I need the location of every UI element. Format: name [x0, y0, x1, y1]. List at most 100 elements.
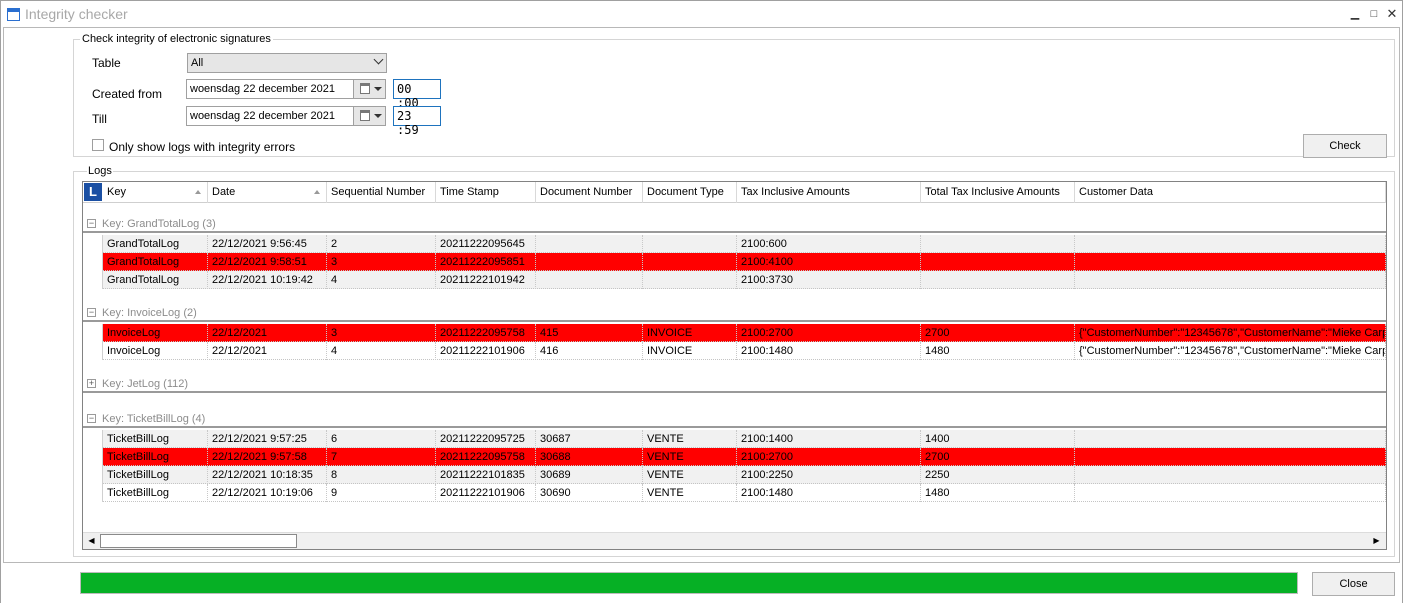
till-date-picker[interactable]: woensdag 22 december 2021 — [186, 106, 386, 126]
table-cell: 30689 — [536, 466, 643, 484]
row-indent — [83, 484, 103, 502]
table-row[interactable]: TicketBillLog 22/12/2021 10:19:06 9 2021122… — [83, 484, 1386, 502]
table-cell: 2700 — [921, 448, 1075, 466]
logs-grid[interactable]: L Key Date Sequential Number Time Stamp Docu… — [82, 181, 1387, 550]
column-header[interactable]: Customer Data — [1075, 182, 1386, 203]
till-calendar-button[interactable] — [353, 107, 385, 125]
row-indent — [83, 466, 103, 484]
collapse-icon[interactable]: − — [87, 308, 96, 317]
horizontal-scrollbar[interactable]: ◀ ▶ — [83, 532, 1386, 549]
table-row[interactable]: TicketBillLog 22/12/2021 10:18:35 8 2021122… — [83, 466, 1386, 484]
table-cell: InvoiceLog — [103, 324, 208, 342]
table-cell: 20211222101835 — [436, 466, 536, 484]
scrollbar-thumb[interactable] — [100, 534, 297, 548]
table-cell — [643, 235, 737, 253]
created-from-time-input[interactable]: 00 :00 — [393, 79, 441, 110]
table-cell: 30687 — [536, 430, 643, 448]
table-cell: 20211222095758 — [436, 324, 536, 342]
scroll-left-icon[interactable]: ◀ — [84, 534, 99, 548]
table-cell: 7 — [327, 448, 436, 466]
group-row[interactable]: − Key: TicketBillLog (4) — [83, 410, 1386, 428]
calendar-icon — [360, 110, 370, 121]
table-row[interactable]: GrandTotalLog 22/12/2021 9:58:51 3 20211222… — [83, 253, 1386, 271]
table-cell: 22/12/2021 10:19:06 — [208, 484, 327, 502]
close-button[interactable]: Close — [1312, 572, 1395, 596]
table-row[interactable]: InvoiceLog 22/12/2021 4 20211222101906 416 IN… — [83, 342, 1386, 360]
table-cell — [1075, 448, 1386, 466]
table-cell: {"CustomerNumber":"12345678","CustomerNa… — [1075, 342, 1386, 360]
group-row[interactable]: − Key: InvoiceLog (2) — [83, 304, 1386, 322]
table-row[interactable]: TicketBillLog 22/12/2021 9:57:58 7 20211222… — [83, 448, 1386, 466]
check-button[interactable]: Check — [1303, 134, 1387, 158]
scroll-right-icon[interactable]: ▶ — [1369, 534, 1384, 548]
table-select[interactable]: All — [187, 53, 387, 73]
collapse-icon[interactable]: − — [87, 219, 96, 228]
dropdown-arrow-icon — [374, 87, 382, 91]
table-row[interactable]: InvoiceLog 22/12/2021 3 20211222095758 415 IN… — [83, 324, 1386, 342]
table-cell — [643, 253, 737, 271]
table-cell: 3 — [327, 324, 436, 342]
table-cell: 2700 — [921, 324, 1075, 342]
minimize-icon[interactable]: ▁ — [1348, 7, 1362, 21]
table-cell: 2100:2250 — [737, 466, 921, 484]
integrity-checker-window: Integrity checker ▁ □ ✕ Check integrity … — [0, 0, 1403, 603]
group-label: Key: GrandTotalLog (3) — [102, 218, 216, 230]
table-cell: 6 — [327, 430, 436, 448]
table-cell: 2100:1480 — [737, 342, 921, 360]
table-row[interactable]: TicketBillLog 22/12/2021 9:57:25 6 20211222… — [83, 430, 1386, 448]
column-header[interactable]: Date — [208, 182, 327, 203]
table-cell: GrandTotalLog — [103, 253, 208, 271]
table-cell: 2250 — [921, 466, 1075, 484]
created-from-calendar-button[interactable] — [353, 80, 385, 98]
table-cell: VENTE — [643, 430, 737, 448]
column-header[interactable]: Sequential Number — [327, 182, 436, 203]
table-cell: 20211222095758 — [436, 448, 536, 466]
table-cell: 22/12/2021 — [208, 324, 327, 342]
column-header[interactable]: Tax Inclusive Amounts — [737, 182, 921, 203]
column-header[interactable]: Key — [103, 182, 208, 203]
close-icon[interactable]: ✕ — [1385, 7, 1399, 21]
group-row[interactable]: − Key: GrandTotalLog (3) — [83, 215, 1386, 233]
column-header-label: Time Stamp — [440, 186, 499, 198]
column-header[interactable]: Total Tax Inclusive Amounts — [921, 182, 1075, 203]
table-cell — [643, 271, 737, 289]
table-cell: 22/12/2021 10:19:42 — [208, 271, 327, 289]
expand-icon[interactable]: + — [87, 379, 96, 388]
table-cell: 2 — [327, 235, 436, 253]
group-row[interactable]: + Key: JetLog (112) — [83, 375, 1386, 393]
layout-l-icon[interactable]: L — [84, 183, 102, 201]
collapse-icon[interactable]: − — [87, 414, 96, 423]
table-cell: 8 — [327, 466, 436, 484]
only-errors-checkbox[interactable] — [92, 139, 104, 151]
table-row[interactable]: GrandTotalLog 22/12/2021 9:56:45 2 20211222… — [83, 235, 1386, 253]
table-cell: 3 — [327, 253, 436, 271]
grid-header: L Key Date Sequential Number Time Stamp Docu… — [83, 182, 1386, 203]
column-header-label: Total Tax Inclusive Amounts — [925, 186, 1060, 198]
logs-group-title: Logs — [87, 165, 113, 177]
column-header-label: Document Type — [647, 186, 724, 198]
column-header-label: Customer Data — [1079, 186, 1153, 198]
window-title: Integrity checker — [25, 6, 128, 22]
column-header[interactable]: Document Type — [643, 182, 737, 203]
table-cell: 20211222101906 — [436, 342, 536, 360]
table-cell — [921, 235, 1075, 253]
table-cell: VENTE — [643, 448, 737, 466]
maximize-icon[interactable]: □ — [1367, 7, 1381, 21]
table-label: Table — [92, 56, 121, 70]
created-from-date-picker[interactable]: woensdag 22 december 2021 — [186, 79, 386, 99]
group-label: Key: TicketBillLog (4) — [102, 413, 206, 425]
table-cell: 30688 — [536, 448, 643, 466]
table-cell: GrandTotalLog — [103, 235, 208, 253]
row-indent — [83, 430, 103, 448]
column-header[interactable]: Time Stamp — [436, 182, 536, 203]
till-time-input[interactable]: 23 :59 — [393, 106, 441, 137]
table-cell — [536, 235, 643, 253]
app-window-icon — [7, 8, 20, 21]
column-header-label: Date — [212, 186, 236, 198]
column-header[interactable]: Document Number — [536, 182, 643, 203]
table-cell: 22/12/2021 9:57:58 — [208, 448, 327, 466]
table-row[interactable]: GrandTotalLog 22/12/2021 10:19:42 4 2021122… — [83, 271, 1386, 289]
table-cell — [1075, 235, 1386, 253]
table-cell: 20211222095645 — [436, 235, 536, 253]
column-header-label: Document Number — [540, 186, 633, 198]
